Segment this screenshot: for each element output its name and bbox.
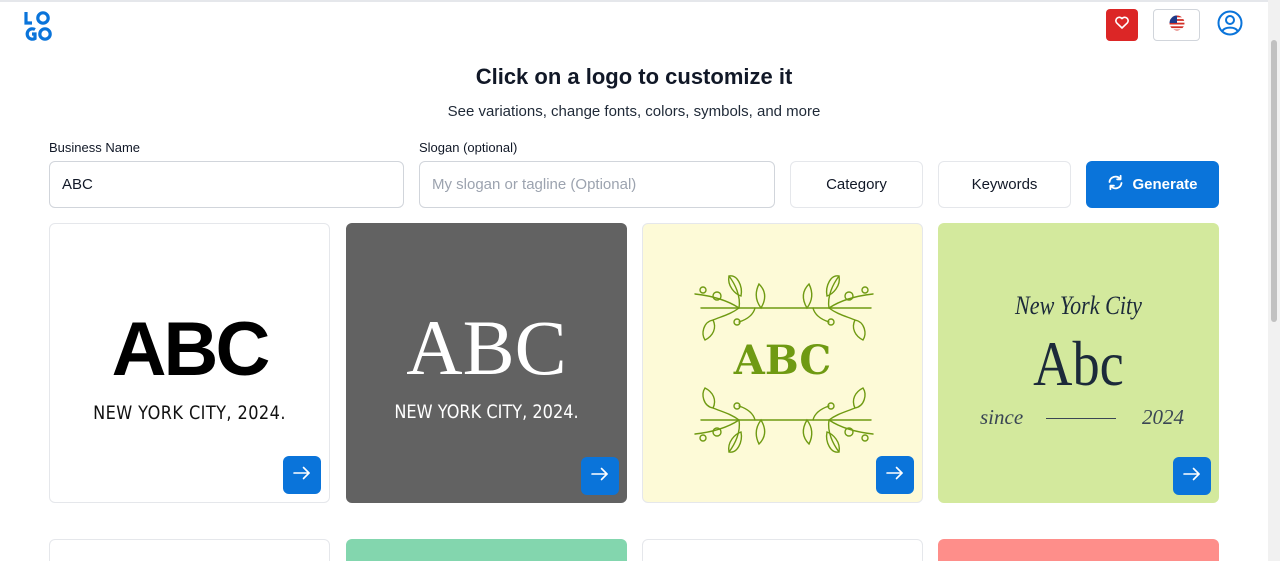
- favorites-button[interactable]: [1106, 9, 1138, 41]
- logo-card[interactable]: ABC NEW YORK CITY, 2024.: [49, 223, 330, 503]
- arrow-right-icon: [293, 466, 311, 485]
- logo-card[interactable]: [938, 539, 1219, 561]
- keywords-button[interactable]: Keywords: [938, 161, 1071, 208]
- user-icon: [1217, 10, 1243, 41]
- account-button[interactable]: [1214, 9, 1246, 41]
- logo-card[interactable]: [642, 539, 923, 561]
- category-button[interactable]: Category: [790, 161, 923, 208]
- business-name-label: Business Name: [49, 140, 141, 155]
- logo-card[interactable]: ABC: [642, 223, 923, 503]
- scroll-thumb[interactable]: [1271, 40, 1277, 322]
- open-logo-button[interactable]: [581, 457, 619, 495]
- refresh-icon: [1107, 174, 1124, 195]
- page-title: Click on a logo to customize it: [475, 64, 793, 89]
- top-border: [0, 0, 1280, 2]
- open-logo-button[interactable]: [283, 456, 321, 494]
- open-logo-button[interactable]: [1173, 457, 1211, 495]
- slogan-input[interactable]: [419, 161, 775, 208]
- arrow-right-icon: [886, 466, 904, 485]
- logo-preview-name: Abc: [1033, 328, 1124, 399]
- logo-preview-since: since: [980, 405, 1024, 429]
- logo-preview-name: ABC: [406, 304, 567, 391]
- generate-button[interactable]: Generate: [1086, 161, 1219, 208]
- logo-preview-slogan: New York City: [1015, 291, 1142, 320]
- logo-card[interactable]: New York City Abc since 2024: [938, 223, 1219, 503]
- logo-preview-name: ABC: [111, 307, 271, 392]
- logo-preview-slogan: NEW YORK CITY, 2024.: [93, 402, 286, 424]
- arrow-right-icon: [1183, 467, 1201, 486]
- logo-preview-slogan: NEW YORK CITY, 2024.: [394, 401, 579, 423]
- logo-card[interactable]: [346, 539, 627, 561]
- logo-icon[interactable]: [23, 10, 53, 42]
- language-button[interactable]: [1153, 9, 1200, 41]
- logo-preview-year: 2024: [1142, 405, 1184, 429]
- heart-icon: [1115, 16, 1129, 34]
- us-flag-icon: [1169, 15, 1185, 36]
- arrow-right-icon: [591, 467, 609, 486]
- open-logo-button[interactable]: [876, 456, 914, 494]
- slogan-label: Slogan (optional): [419, 140, 518, 155]
- logo-preview-name: ABC: [733, 337, 832, 384]
- page-scrollbar[interactable]: [1268, 0, 1280, 561]
- logo-preview-divider: [1046, 418, 1116, 419]
- page-subtitle: See variations, change fonts, colors, sy…: [447, 103, 821, 120]
- generate-label: Generate: [1132, 176, 1198, 193]
- business-name-input[interactable]: [49, 161, 404, 208]
- logo-card[interactable]: ABC NEW YORK CITY, 2024.: [346, 223, 627, 503]
- logo-card[interactable]: [49, 539, 330, 561]
